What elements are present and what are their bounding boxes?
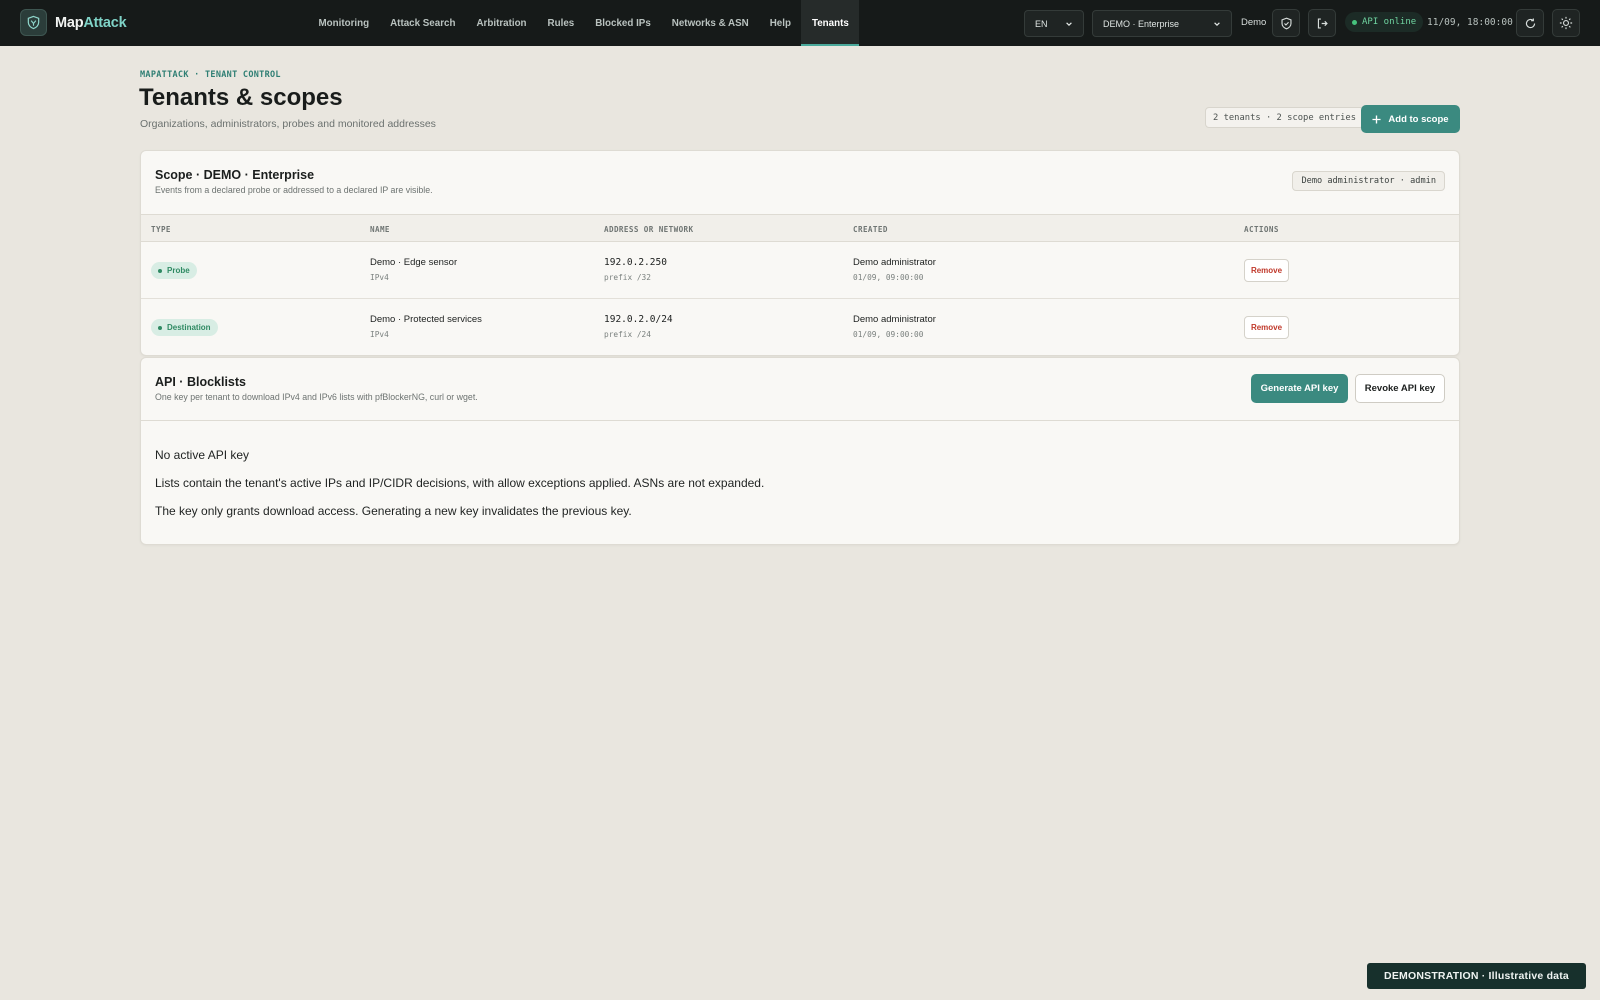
nav-item-monitoring[interactable]: Monitoring [308, 0, 380, 46]
api-panel: API · Blocklists One key per tenant to d… [140, 357, 1460, 545]
language-value: EN [1035, 18, 1048, 29]
add-to-scope-label: Add to scope [1388, 113, 1449, 125]
tenant-select[interactable]: DEMO · Enterprise [1092, 10, 1232, 37]
column-header-name: NAME [370, 225, 390, 234]
theme-toggle-button[interactable] [1552, 9, 1580, 37]
page-subtitle: Organizations, administrators, probes an… [140, 118, 436, 130]
api-info-key: The key only grants download access. Gen… [155, 504, 632, 518]
chevron-down-icon [1214, 21, 1220, 26]
demo-banner: DEMONSTRATION · Illustrative data [1367, 963, 1586, 989]
nav-item-blocked-ips[interactable]: Blocked IPs [585, 0, 662, 46]
nav-item-tenants[interactable]: Tenants [801, 0, 860, 46]
api-title: API · Blocklists [155, 375, 246, 389]
nav-item-rules[interactable]: Rules [537, 0, 585, 46]
type-label: Probe [167, 266, 190, 275]
remove-button[interactable]: Remove [1244, 316, 1289, 339]
scope-title: Scope · DEMO · Enterprise [155, 168, 315, 182]
row-prefix: prefix /32 [604, 273, 651, 282]
nav-item-networks-asn[interactable]: Networks & ASN [661, 0, 759, 46]
scope-description: Events from a declared probe or addresse… [155, 185, 433, 195]
row-created-by: Demo administrator [853, 314, 936, 325]
breadcrumb: MAPATTACK · TENANT CONTROL [140, 70, 281, 80]
shield-logo-icon [20, 9, 47, 36]
api-status-badge: API online [1345, 12, 1424, 32]
table-row: Destination Demo · Protected services IP… [141, 299, 1459, 356]
row-created-at: 01/09, 09:00:00 [853, 273, 924, 282]
logout-icon [1317, 17, 1328, 29]
chevron-down-icon [1066, 21, 1072, 26]
api-info-lists: Lists contain the tenant's active IPs an… [155, 476, 765, 490]
column-header-actions: ACTIONS [1244, 225, 1279, 234]
nav-item-help[interactable]: Help [759, 0, 801, 46]
row-address: 192.0.2.250 [604, 257, 667, 268]
refresh-button[interactable] [1516, 9, 1544, 37]
current-user: Demo [1241, 17, 1267, 28]
row-name: Demo · Protected services [370, 314, 482, 325]
nav-item-arbitration[interactable]: Arbitration [466, 0, 537, 46]
column-header-address: ADDRESS OR NETWORK [604, 225, 694, 234]
counts-badge: 2 tenants · 2 scope entries [1205, 107, 1364, 128]
type-label: Destination [167, 323, 211, 332]
type-badge: Destination [151, 319, 218, 336]
main-nav: Monitoring Attack Search Arbitration Rul… [308, 0, 860, 46]
table-row: Probe Demo · Edge sensor IPv4 192.0.2.25… [141, 242, 1459, 299]
scope-table: TYPE NAME ADDRESS OR NETWORK CREATED ACT… [141, 214, 1459, 356]
divider [141, 420, 1459, 421]
row-created-by: Demo administrator [853, 257, 936, 268]
table-header: TYPE NAME ADDRESS OR NETWORK CREATED ACT… [141, 214, 1459, 242]
sun-icon [1559, 16, 1573, 30]
shield-check-icon [1280, 17, 1292, 29]
tenant-value: DEMO · Enterprise [1103, 18, 1180, 29]
plus-icon [1372, 114, 1381, 124]
row-name: Demo · Edge sensor [370, 257, 458, 268]
add-to-scope-button[interactable]: Add to scope [1361, 105, 1460, 133]
row-family: IPv4 [370, 273, 389, 282]
generate-api-key-button[interactable]: Generate API key [1251, 374, 1348, 403]
row-prefix: prefix /24 [604, 330, 651, 339]
status-dot-icon [158, 268, 162, 273]
clock: 11/09, 18:00:00 [1427, 17, 1513, 28]
status-dot-icon [1352, 19, 1357, 25]
language-select[interactable]: EN [1024, 10, 1084, 37]
brand[interactable]: MapAttack [20, 9, 127, 36]
revoke-api-key-button[interactable]: Revoke API key [1355, 374, 1445, 403]
row-created-at: 01/09, 09:00:00 [853, 330, 924, 339]
app-name: MapAttack [55, 14, 127, 31]
column-header-created: CREATED [853, 225, 888, 234]
remove-button[interactable]: Remove [1244, 259, 1289, 282]
row-address: 192.0.2.0/24 [604, 314, 673, 325]
api-description: One key per tenant to download IPv4 and … [155, 392, 478, 402]
admin-badge: Demo administrator · admin [1292, 171, 1445, 191]
nav-item-attack-search[interactable]: Attack Search [380, 0, 466, 46]
page-title: Tenants & scopes [139, 84, 343, 111]
scope-panel: Scope · DEMO · Enterprise Events from a … [140, 150, 1460, 356]
type-badge: Probe [151, 262, 197, 279]
column-header-type: TYPE [151, 225, 171, 234]
logout-button[interactable] [1308, 9, 1336, 37]
api-actions: Generate API key Revoke API key [1251, 374, 1445, 403]
api-key-status: No active API key [155, 448, 250, 462]
row-family: IPv4 [370, 330, 389, 339]
top-bar: MapAttack Monitoring Attack Search Arbit… [0, 0, 1600, 46]
shield-check-button[interactable] [1272, 9, 1300, 37]
status-dot-icon [158, 325, 162, 330]
api-status-text: API online [1362, 17, 1417, 27]
refresh-icon [1525, 17, 1535, 28]
